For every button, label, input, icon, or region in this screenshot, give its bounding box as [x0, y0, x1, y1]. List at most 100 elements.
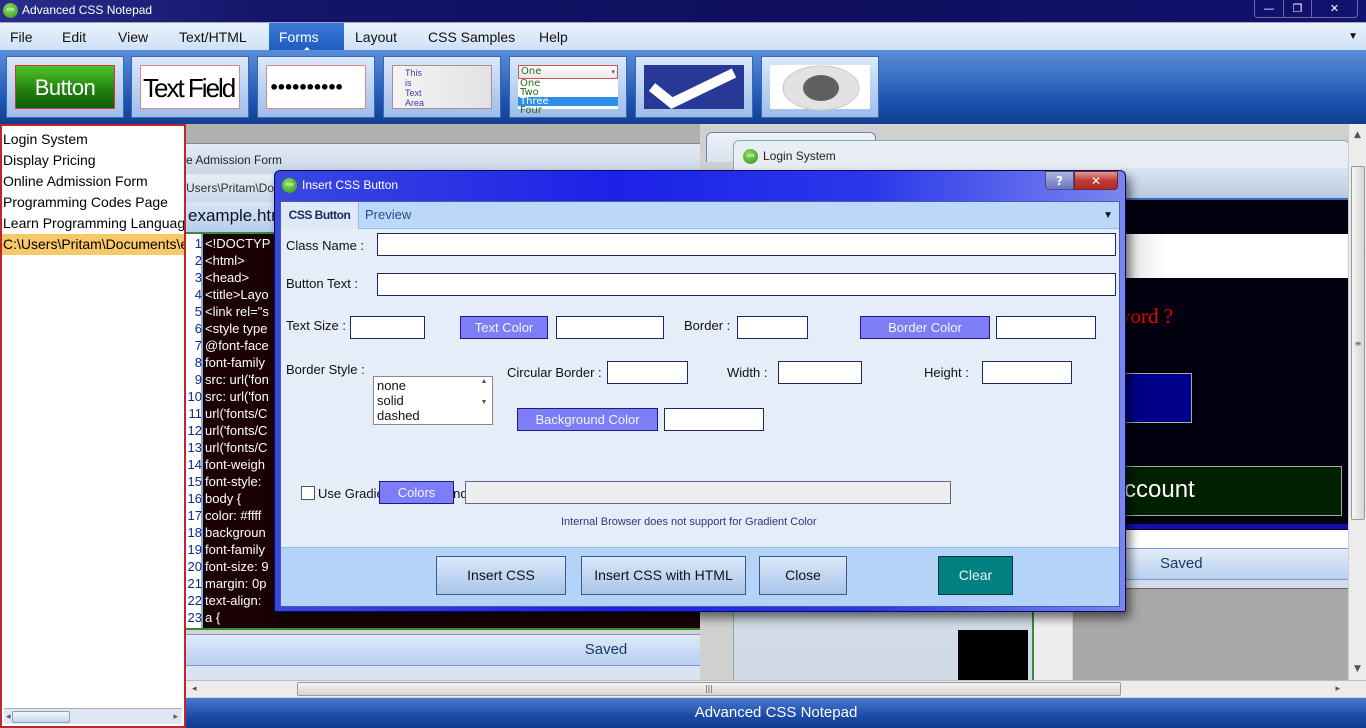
tree-item[interactable]: Programming Codes Page: [2, 192, 184, 213]
menu-layout[interactable]: Layout: [345, 23, 407, 51]
width-label: Width :: [727, 365, 768, 380]
close-button[interactable]: Close: [759, 556, 847, 595]
width-input[interactable]: [778, 361, 862, 384]
scroll-left-arrow-icon[interactable]: ◂: [192, 684, 197, 694]
insert-css-button[interactable]: Insert CSS: [436, 556, 566, 595]
chevron-down-icon[interactable]: ▼: [1103, 210, 1113, 221]
button-text-input[interactable]: [377, 273, 1116, 296]
minimize-button[interactable]: —: [1255, 0, 1283, 17]
close-window-button[interactable]: ✕: [1311, 0, 1357, 17]
scrollbar-thumb[interactable]: [12, 711, 70, 723]
listbox-option[interactable]: none: [377, 378, 406, 393]
background-color-input[interactable]: [664, 408, 764, 431]
listbox-option[interactable]: dashed: [377, 408, 420, 423]
border-input[interactable]: [737, 316, 808, 339]
insert-textarea-tool[interactable]: This is Text Area: [383, 56, 501, 118]
preview-input-field[interactable]: [1120, 234, 1348, 278]
code-line[interactable]: body {: [205, 490, 275, 507]
insert-css-with-html-button[interactable]: Insert CSS with HTML: [581, 556, 746, 595]
code-line[interactable]: src: url('fon: [205, 371, 275, 388]
listbox-scrollbar[interactable]: ▲ ▼: [477, 378, 491, 423]
tree-item[interactable]: Learn Programming Language: [2, 213, 184, 234]
menu-forms[interactable]: Forms: [269, 23, 344, 51]
preview-create-account-button[interactable]: ccount: [1120, 466, 1342, 516]
code-line[interactable]: <!DOCTYP: [205, 235, 275, 252]
colors-button[interactable]: Colors: [379, 481, 454, 504]
horizontal-scrollbar[interactable]: ◂ ||| ▸: [186, 680, 1366, 697]
scroll-right-arrow-icon[interactable]: ▸: [173, 711, 178, 722]
tab-css-button[interactable]: CSS Button: [281, 202, 359, 229]
scrollbar-thumb[interactable]: ≡: [1351, 166, 1365, 520]
code-line[interactable]: font-weigh: [205, 456, 275, 473]
dialog-close-button[interactable]: ✕: [1074, 171, 1118, 190]
insert-css-button-dialog: css Insert CSS Button ? ✕ CSS Button Pre…: [274, 170, 1126, 612]
code-line[interactable]: color: #ffff: [205, 507, 275, 524]
scroll-up-arrow-icon[interactable]: ▲: [1354, 130, 1361, 140]
code-line[interactable]: margin: 0p: [205, 575, 275, 592]
line-number: 2: [194, 253, 202, 268]
listbox-option[interactable]: solid: [377, 393, 404, 408]
gradient-colors-input[interactable]: [465, 481, 951, 504]
text-color-input[interactable]: [556, 316, 664, 339]
height-input[interactable]: [982, 361, 1072, 384]
code-line[interactable]: font-size: 9: [205, 558, 275, 575]
code-line[interactable]: <head>: [205, 269, 275, 286]
menu-view[interactable]: View: [108, 23, 158, 51]
menu-css-samples[interactable]: CSS Samples: [418, 23, 525, 51]
code-line[interactable]: font-style:: [205, 473, 275, 490]
scroll-down-arrow-icon[interactable]: ▼: [1354, 664, 1361, 674]
insert-radio-tool[interactable]: [761, 56, 879, 118]
chevron-down-icon[interactable]: ▼: [1348, 31, 1358, 42]
text-size-input[interactable]: [350, 316, 425, 339]
insert-checkbox-tool[interactable]: [635, 56, 753, 118]
tree-item[interactable]: Login System: [2, 129, 184, 150]
code-line[interactable]: url('fonts/C: [205, 439, 275, 456]
code-line[interactable]: a {: [205, 609, 275, 626]
clear-button[interactable]: Clear: [938, 556, 1013, 595]
background-color-button[interactable]: Background Color: [517, 408, 658, 431]
code-line[interactable]: <link rel="s: [205, 303, 275, 320]
code-line[interactable]: <html>: [205, 252, 275, 269]
menu-help[interactable]: Help: [529, 23, 578, 51]
maximize-button[interactable]: ❐: [1283, 0, 1311, 17]
insert-textfield-tool[interactable]: Text Field: [131, 56, 249, 118]
scroll-left-arrow-icon[interactable]: ◂: [6, 711, 11, 722]
vertical-scrollbar[interactable]: ▲ ≡ ▼: [1348, 124, 1366, 680]
code-line[interactable]: text-align:: [205, 592, 275, 609]
insert-password-tool[interactable]: ••••••••••: [257, 56, 375, 118]
code-line[interactable]: font-family: [205, 354, 275, 371]
menu-text-html[interactable]: Text/HTML: [169, 23, 257, 51]
tab-preview[interactable]: Preview: [365, 202, 411, 229]
tree-item[interactable]: Online Admission Form: [2, 171, 184, 192]
tree-horizontal-scrollbar[interactable]: ◂ ▸: [4, 708, 182, 724]
code-line[interactable]: src: url('fon: [205, 388, 275, 405]
scroll-right-arrow-icon[interactable]: ▸: [1335, 684, 1340, 694]
circular-border-input[interactable]: [607, 361, 688, 384]
background-panel: [1032, 600, 1072, 680]
code-line[interactable]: url('fonts/C: [205, 422, 275, 439]
code-line[interactable]: @font-face: [205, 337, 275, 354]
insert-button-tool[interactable]: Button: [6, 56, 124, 118]
border-style-listbox[interactable]: none solid dashed ▲ ▼: [373, 376, 493, 425]
code-line[interactable]: backgroun: [205, 524, 275, 541]
tree-item-selected[interactable]: C:\Users\Pritam\Documents\example.html: [2, 234, 184, 255]
scrollbar-thumb[interactable]: |||: [297, 682, 1121, 696]
menu-file[interactable]: File: [0, 23, 43, 51]
code-line[interactable]: font-family: [205, 541, 275, 558]
text-color-button[interactable]: Text Color: [460, 316, 548, 339]
class-name-input[interactable]: [377, 233, 1116, 256]
gradient-checkbox[interactable]: [301, 486, 315, 500]
insert-select-tool[interactable]: One One Two Three Four: [509, 56, 627, 118]
menu-edit[interactable]: Edit: [52, 23, 96, 51]
line-number: 6: [194, 321, 202, 336]
status-bar: Advanced CSS Notepad: [186, 698, 1366, 728]
border-color-button[interactable]: Border Color: [860, 316, 990, 339]
tree-item[interactable]: Display Pricing: [2, 150, 184, 171]
preview-forgot-password-link[interactable]: vord ?: [1120, 304, 1173, 329]
code-line[interactable]: url('fonts/C: [205, 405, 275, 422]
code-line[interactable]: <style type: [205, 320, 275, 337]
border-color-input[interactable]: [996, 316, 1096, 339]
code-line[interactable]: <title>Layo: [205, 286, 275, 303]
preview-login-button[interactable]: [1120, 373, 1192, 423]
help-button[interactable]: ?: [1045, 171, 1074, 190]
